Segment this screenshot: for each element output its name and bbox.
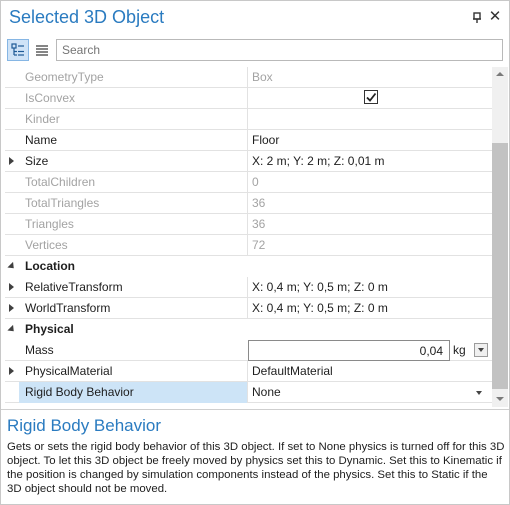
scrollbar-thumb[interactable] xyxy=(492,143,508,389)
category-label: Location xyxy=(25,259,75,273)
property-value: 0 xyxy=(252,175,259,189)
checkmark-icon xyxy=(366,92,377,102)
description-panel: Rigid Body Behavior Gets or sets the rig… xyxy=(1,409,509,504)
property-name: Kinder xyxy=(25,112,60,126)
property-row-totaltriangles[interactable]: TotalTriangles 36 xyxy=(5,193,492,214)
property-value[interactable]: Floor xyxy=(252,133,488,147)
search-input[interactable] xyxy=(56,39,503,61)
chevron-down-icon[interactable] xyxy=(473,386,487,400)
property-row-triangles[interactable]: Triangles 36 xyxy=(5,214,492,235)
category-location[interactable]: Location xyxy=(5,256,492,277)
property-value: Box xyxy=(252,70,273,84)
categorized-view-button[interactable] xyxy=(7,39,29,61)
mass-value: 0,04 xyxy=(419,344,443,358)
property-row-worldtransform[interactable]: WorldTransform X: 0,4 m; Y: 0,5 m; Z: 0 … xyxy=(5,298,492,319)
property-name: TotalChildren xyxy=(25,175,96,189)
property-row-size[interactable]: Size X: 2 m; Y: 2 m; Z: 0,01 m xyxy=(5,151,492,172)
property-name: PhysicalMaterial xyxy=(25,364,113,378)
property-value[interactable]: X: 2 m; Y: 2 m; Z: 0,01 m xyxy=(252,154,488,168)
expand-toggle[interactable] xyxy=(5,151,19,171)
expand-toggle[interactable] xyxy=(5,298,19,318)
property-name: Triangles xyxy=(25,217,74,231)
categorized-view-icon xyxy=(11,43,24,56)
property-name: Mass xyxy=(25,343,54,357)
property-row-mass[interactable]: Mass 0,04 kg xyxy=(5,340,492,361)
property-value[interactable]: DefaultMaterial xyxy=(252,364,488,378)
property-name: Vertices xyxy=(25,238,68,252)
chevron-right-icon xyxy=(9,304,14,312)
expand-toggle[interactable] xyxy=(5,361,19,381)
property-row-vertices[interactable]: Vertices 72 xyxy=(5,235,492,256)
collapse-toggle[interactable] xyxy=(5,256,19,276)
scroll-down-icon[interactable] xyxy=(496,397,504,401)
alphabetical-view-icon xyxy=(36,45,48,56)
property-row-rigidbodybehavior[interactable]: Rigid Body Behavior None xyxy=(5,382,492,403)
property-name: TotalTriangles xyxy=(25,196,100,210)
property-row-isconvex[interactable]: IsConvex xyxy=(5,88,492,109)
property-name: Rigid Body Behavior xyxy=(25,385,134,399)
chevron-right-icon xyxy=(9,283,14,291)
title-bar: Selected 3D Object ✕ xyxy=(1,1,509,35)
scroll-up-icon[interactable] xyxy=(496,72,504,76)
property-name: RelativeTransform xyxy=(25,280,123,294)
property-name: IsConvex xyxy=(25,91,76,105)
toolbar xyxy=(1,37,509,63)
property-value: 72 xyxy=(252,238,266,252)
pin-icon[interactable] xyxy=(471,12,483,24)
property-row-relativetransform[interactable]: RelativeTransform X: 0,4 m; Y: 0,5 m; Z:… xyxy=(5,277,492,298)
property-row-physicalmaterial[interactable]: PhysicalMaterial DefaultMaterial xyxy=(5,361,492,382)
description-title: Rigid Body Behavior xyxy=(7,416,162,435)
property-row-geometrytype[interactable]: GeometryType Box xyxy=(5,67,492,88)
property-value[interactable]: X: 0,4 m; Y: 0,5 m; Z: 0 m xyxy=(252,301,488,315)
expand-toggle[interactable] xyxy=(5,277,19,297)
close-icon[interactable]: ✕ xyxy=(488,9,502,24)
mass-unit: kg xyxy=(453,343,466,357)
property-value: 36 xyxy=(252,217,266,231)
property-row-name[interactable]: Name Floor xyxy=(5,130,492,151)
category-label: Physical xyxy=(25,322,74,336)
panel-title: Selected 3D Object xyxy=(9,7,165,27)
alphabetical-view-button[interactable] xyxy=(31,39,53,61)
properties-panel: Selected 3D Object ✕ Search GeometryType… xyxy=(0,0,510,505)
property-row-totalchildren[interactable]: TotalChildren 0 xyxy=(5,172,492,193)
category-physical[interactable]: Physical xyxy=(5,319,492,340)
unit-dropdown-button[interactable] xyxy=(474,343,488,357)
collapse-toggle[interactable] xyxy=(5,319,19,339)
rigid-body-behavior-select[interactable]: None xyxy=(252,385,488,399)
chevron-down-icon xyxy=(7,261,17,272)
property-name: Name xyxy=(25,133,58,147)
chevron-down-icon xyxy=(7,324,17,335)
chevron-right-icon xyxy=(9,367,14,375)
property-row-kinder[interactable]: Kinder xyxy=(5,109,492,130)
description-text: Gets or sets the rigid body behavior of … xyxy=(7,441,505,495)
isconvex-checkbox[interactable] xyxy=(364,90,378,104)
mass-input[interactable]: 0,04 xyxy=(248,340,450,361)
chevron-right-icon xyxy=(9,157,14,165)
property-name: GeometryType xyxy=(25,70,104,84)
property-name: Size xyxy=(25,154,49,168)
property-name: WorldTransform xyxy=(25,301,111,315)
property-value: 36 xyxy=(252,196,266,210)
property-grid: GeometryType Box IsConvex Kinder Name Fl… xyxy=(5,67,492,407)
property-value[interactable]: X: 0,4 m; Y: 0,5 m; Z: 0 m xyxy=(252,280,488,294)
vertical-scrollbar[interactable] xyxy=(492,67,508,407)
